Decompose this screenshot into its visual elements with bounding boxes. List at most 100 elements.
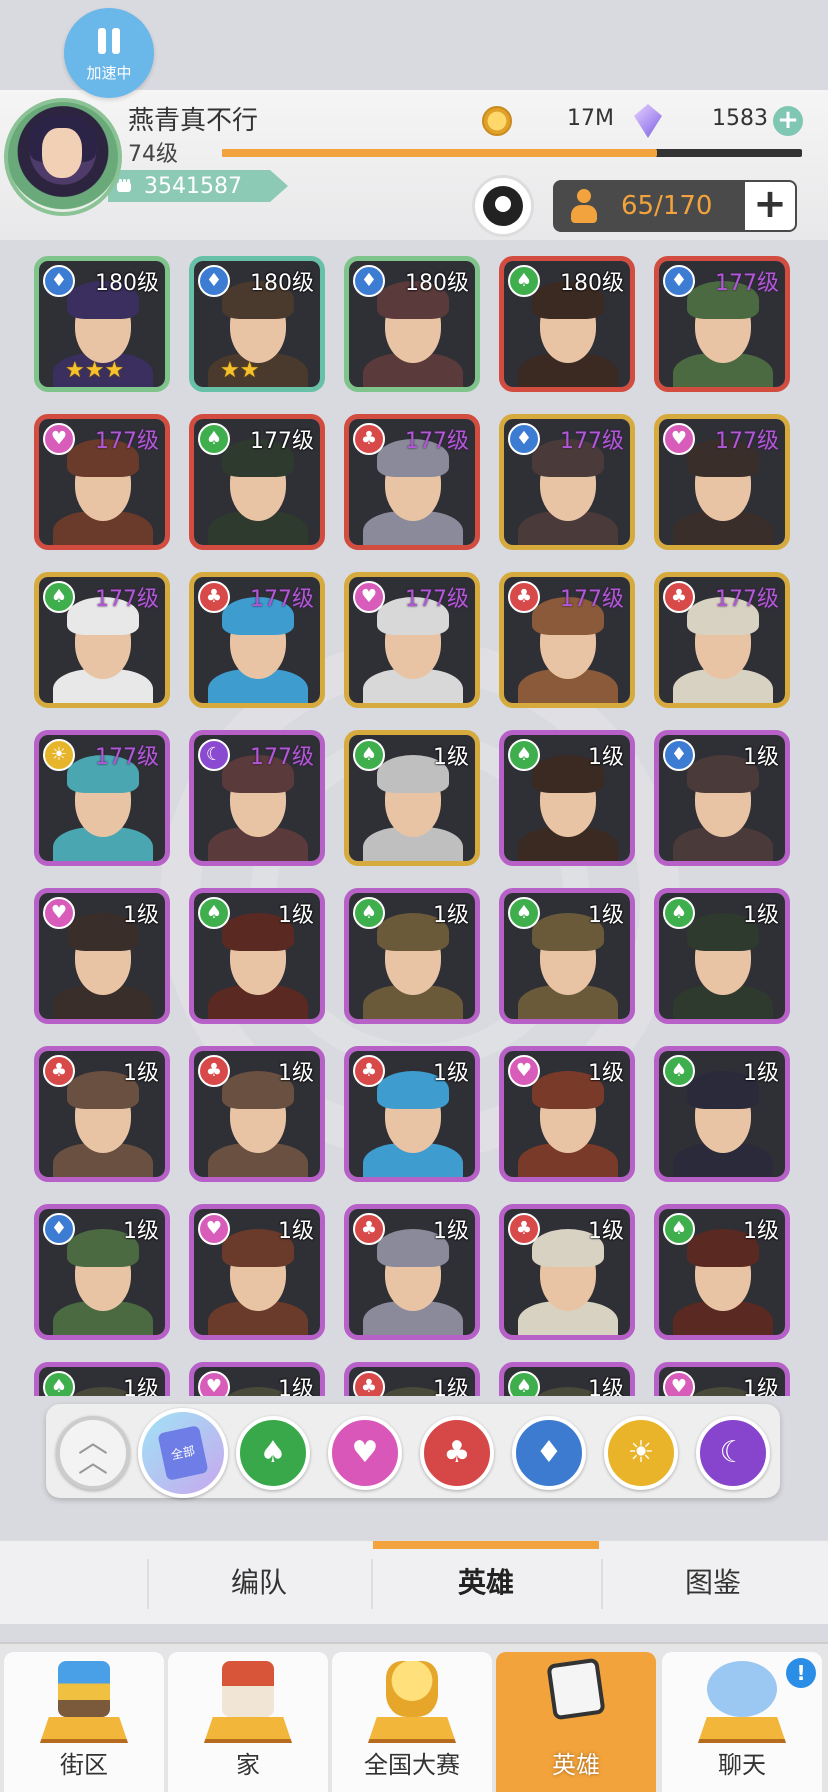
xp-progress-bar bbox=[222, 149, 802, 157]
tab-heroes[interactable]: 英雄 bbox=[371, 1541, 601, 1625]
hero-card[interactable]: ♣ 177级 bbox=[499, 572, 635, 708]
filter-blue-faction-button[interactable]: ♦ bbox=[512, 1416, 586, 1490]
tab-formation[interactable]: 编队 bbox=[144, 1541, 374, 1625]
hero-card[interactable]: ♣ 177级 bbox=[189, 572, 325, 708]
hero-card[interactable]: ♠ 1级 bbox=[344, 888, 480, 1024]
hero-level: 1级 bbox=[123, 1219, 159, 1244]
hero-card[interactable]: ♦ 177级 bbox=[654, 256, 790, 392]
formation-icon[interactable] bbox=[472, 175, 534, 237]
hero-card[interactable]: ♣ 1级 bbox=[499, 1204, 635, 1340]
hero-card[interactable]: ♥ 1级 bbox=[499, 1046, 635, 1182]
filter-green-faction-button[interactable]: ♠ bbox=[236, 1416, 310, 1490]
sun-icon: ☀ bbox=[43, 739, 75, 771]
diamond-icon: ♦ bbox=[663, 265, 695, 297]
filter-pink-faction-button[interactable]: ♥ bbox=[328, 1416, 402, 1490]
combat-power-box: 3541587 bbox=[108, 170, 288, 202]
filter-red-faction-button[interactable]: ♣ bbox=[420, 1416, 494, 1490]
nav-block[interactable]: 街区 bbox=[4, 1652, 164, 1792]
hero-card[interactable]: ♣ 1级 bbox=[344, 1362, 480, 1396]
collapse-filter-button[interactable]: ︿ ︿ bbox=[56, 1416, 130, 1490]
hero-card[interactable]: ♠ 1级 bbox=[654, 1204, 790, 1340]
hero-card[interactable]: ♠ 1级 bbox=[654, 1046, 790, 1182]
expand-capacity-button[interactable]: + bbox=[743, 180, 797, 232]
hero-card[interactable]: ♦ 177级 bbox=[499, 414, 635, 550]
hero-card[interactable]: ♣ 1级 bbox=[344, 1046, 480, 1182]
speed-up-badge[interactable]: 加速中 bbox=[64, 8, 154, 98]
hero-card[interactable]: ♠ 1级 bbox=[344, 730, 480, 866]
hero-level: 1级 bbox=[123, 1377, 159, 1396]
hero-card[interactable]: ♥ 1级 bbox=[189, 1362, 325, 1396]
hero-level: 1级 bbox=[743, 1061, 779, 1086]
club-icon: ♣ bbox=[353, 1055, 385, 1087]
hero-card[interactable]: ♠ 1级 bbox=[499, 730, 635, 866]
heart-icon: ♥ bbox=[198, 1371, 230, 1396]
hero-card[interactable]: ♥ 177级 bbox=[34, 414, 170, 550]
hero-card[interactable]: ♦ 180级 bbox=[344, 256, 480, 392]
hero-level: 1级 bbox=[278, 1219, 314, 1244]
diamond-icon: ♦ bbox=[508, 423, 540, 455]
hero-card[interactable]: ♥ 177级 bbox=[654, 414, 790, 550]
nav-block-label: 街区 bbox=[60, 1751, 108, 1779]
diamond-icon: ♦ bbox=[535, 1435, 563, 1470]
club-icon: ♣ bbox=[198, 1055, 230, 1087]
spade-icon: ♠ bbox=[508, 265, 540, 297]
hero-card[interactable]: ♠ 180级 bbox=[499, 256, 635, 392]
hero-card[interactable]: ♦ 1级 bbox=[654, 730, 790, 866]
spade-icon: ♠ bbox=[508, 739, 540, 771]
heart-icon: ♥ bbox=[663, 1371, 695, 1396]
platform-base bbox=[368, 1717, 456, 1743]
hero-card[interactable]: ☀ 177级 bbox=[34, 730, 170, 866]
tab-codex[interactable]: 图鉴 bbox=[598, 1541, 828, 1625]
hero-card[interactable]: ♣ 1级 bbox=[344, 1204, 480, 1340]
hero-card[interactable]: ♣ 177级 bbox=[654, 572, 790, 708]
signpost-shape bbox=[58, 1661, 110, 1717]
hero-card[interactable]: ♠ 1级 bbox=[499, 1362, 635, 1396]
house-shape bbox=[222, 1661, 274, 1717]
filter-moon-faction-button[interactable]: ☾ bbox=[696, 1416, 770, 1490]
hero-level: 1级 bbox=[278, 1377, 314, 1396]
hero-card[interactable]: ♦ 180级 ★★★ bbox=[34, 256, 170, 392]
hero-card[interactable]: ♠ 1级 bbox=[34, 1362, 170, 1396]
nav-home[interactable]: 家 bbox=[168, 1652, 328, 1792]
club-icon: ♣ bbox=[353, 423, 385, 455]
filter-sun-faction-button[interactable]: ☀ bbox=[604, 1416, 678, 1490]
hero-card[interactable]: ♥ 1级 bbox=[34, 888, 170, 1024]
hero-card[interactable]: ♠ 1级 bbox=[189, 888, 325, 1024]
person-icon bbox=[571, 189, 597, 223]
hero-level: 1级 bbox=[123, 1061, 159, 1086]
nav-chat-label: 聊天 bbox=[718, 1751, 766, 1779]
diamond-icon: ♦ bbox=[43, 1213, 75, 1245]
hero-card[interactable]: ☾ 177级 bbox=[189, 730, 325, 866]
spade-icon: ♠ bbox=[259, 1435, 287, 1470]
hero-card[interactable]: ♠ 177级 bbox=[189, 414, 325, 550]
nav-national-contest[interactable]: 全国大赛 bbox=[332, 1652, 492, 1792]
hero-level: 177级 bbox=[95, 745, 159, 770]
hero-level: 177级 bbox=[250, 587, 314, 612]
hero-card[interactable]: ♥ 1级 bbox=[189, 1204, 325, 1340]
hero-level: 177级 bbox=[715, 271, 779, 296]
add-gems-button[interactable]: + bbox=[773, 106, 803, 136]
hero-level: 1级 bbox=[743, 745, 779, 770]
hero-card[interactable]: ♠ 177级 bbox=[34, 572, 170, 708]
hero-card[interactable]: ♥ 1级 bbox=[654, 1362, 790, 1396]
hero-card[interactable]: ♣ 177级 bbox=[344, 414, 480, 550]
hero-level: 1级 bbox=[278, 903, 314, 928]
spade-icon: ♠ bbox=[43, 1371, 75, 1396]
bubble-shape bbox=[707, 1661, 777, 1717]
player-avatar[interactable] bbox=[4, 98, 122, 216]
spade-icon: ♠ bbox=[43, 581, 75, 613]
hero-card[interactable]: ♦ 180级 ★★ bbox=[189, 256, 325, 392]
hero-level: 177级 bbox=[95, 429, 159, 454]
nav-heroes[interactable]: 英雄 bbox=[496, 1652, 656, 1792]
hero-card[interactable]: ♠ 1级 bbox=[654, 888, 790, 1024]
chevron-up-icon: ︿ ︿ bbox=[78, 1425, 108, 1480]
hero-level: 1级 bbox=[743, 1219, 779, 1244]
hero-card[interactable]: ♠ 1级 bbox=[499, 888, 635, 1024]
hero-card[interactable]: ♣ 1级 bbox=[189, 1046, 325, 1182]
filter-all-button[interactable]: 全部 bbox=[138, 1408, 228, 1498]
hero-card[interactable]: ♦ 1级 bbox=[34, 1204, 170, 1340]
hero-card[interactable]: ♣ 1级 bbox=[34, 1046, 170, 1182]
hero-card[interactable]: ♥ 177级 bbox=[344, 572, 480, 708]
club-icon: ♣ bbox=[663, 581, 695, 613]
nav-chat[interactable]: 聊天 ! bbox=[662, 1652, 822, 1792]
